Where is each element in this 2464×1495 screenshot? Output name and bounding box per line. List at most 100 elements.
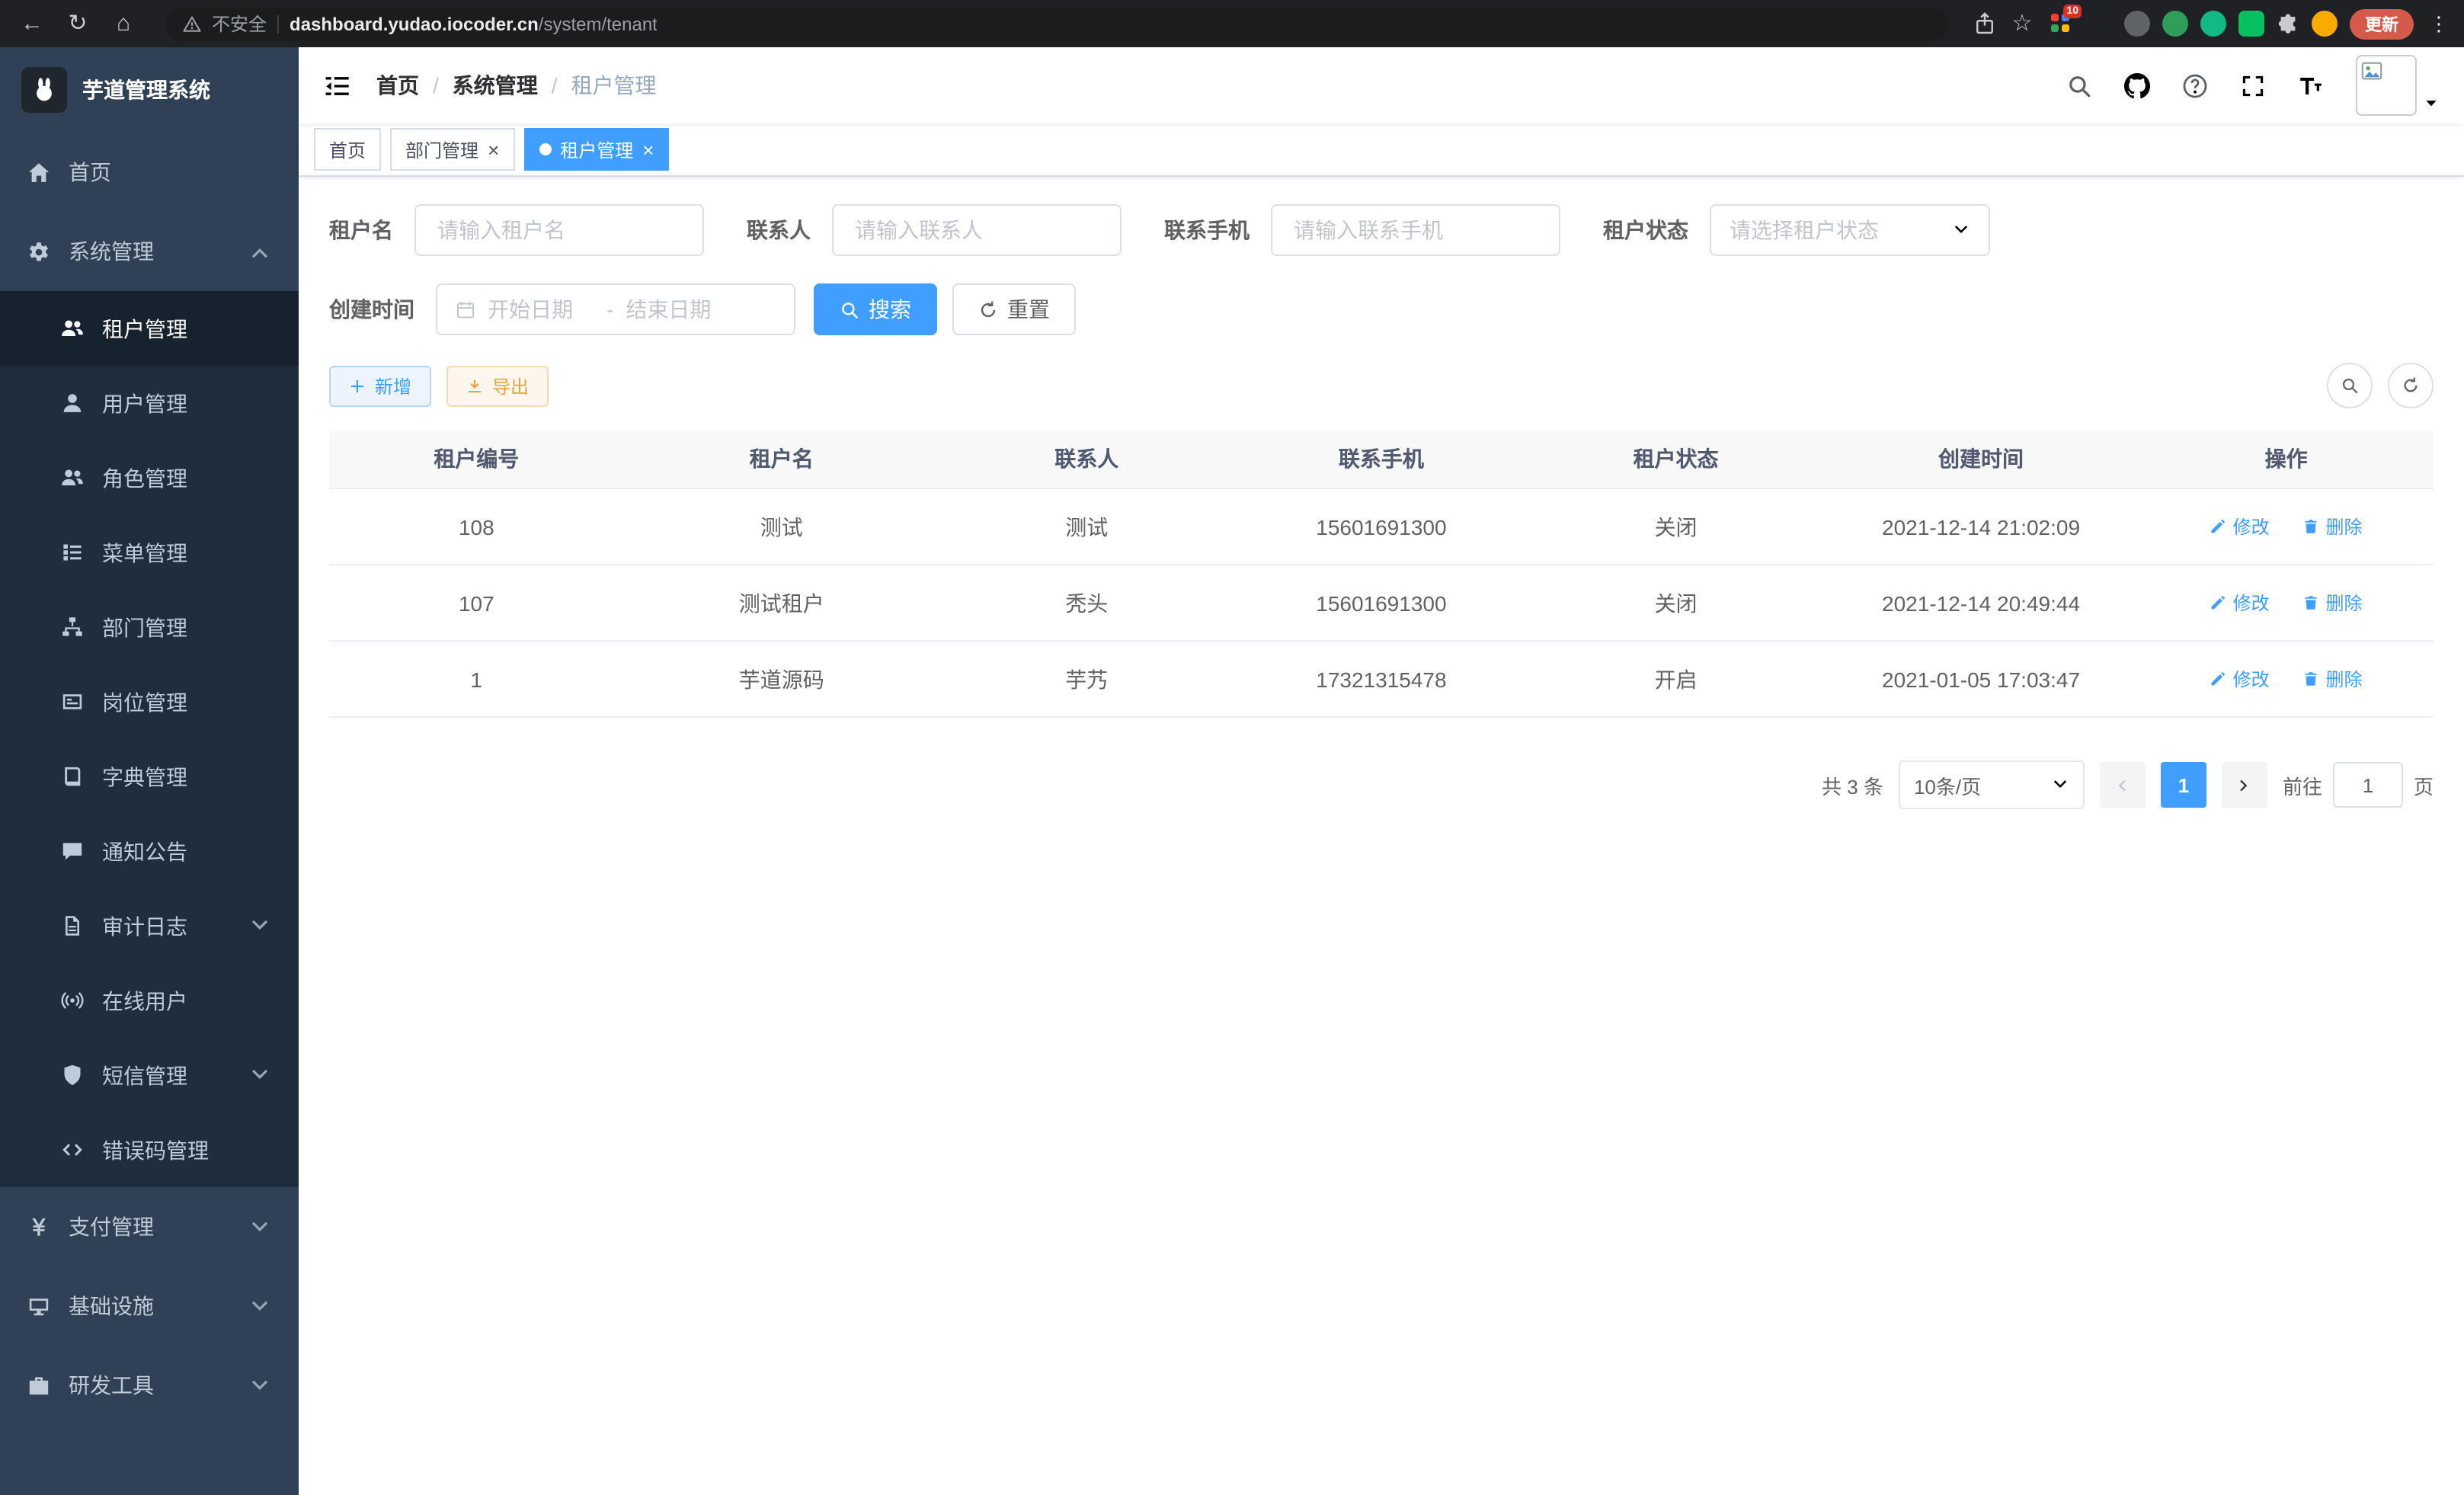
refresh-table-button[interactable]: [2388, 363, 2434, 408]
user-menu[interactable]: [2356, 55, 2440, 116]
sidebar-item-label: 菜单管理: [102, 537, 187, 568]
tag-tenant-active[interactable]: 租户管理 ×: [523, 128, 669, 171]
contact-field[interactable]: [832, 204, 1122, 256]
sidebar-item-online-user[interactable]: 在线用户: [0, 963, 299, 1038]
tag-close-icon[interactable]: ×: [642, 139, 654, 159]
sidebar-item-tenant[interactable]: 租户管理: [0, 291, 299, 366]
delete-link[interactable]: 删除: [2302, 666, 2362, 692]
next-page-button[interactable]: [2222, 762, 2267, 808]
sidebar-item-infra[interactable]: 基础设施: [0, 1266, 299, 1346]
address-bar[interactable]: 不安全 dashboard.yudao.iocoder.cn/system/te…: [165, 7, 1949, 40]
status-select[interactable]: 请选择租户状态: [1710, 204, 1990, 256]
tag-close-icon[interactable]: ×: [488, 139, 499, 159]
home-icon: [27, 161, 50, 184]
sidebar-item-pay[interactable]: 支付管理: [0, 1187, 299, 1266]
sidebar-item-menu[interactable]: 菜单管理: [0, 515, 299, 590]
search-button[interactable]: 搜索: [814, 283, 937, 335]
browser-back-icon[interactable]: ←: [15, 0, 49, 47]
export-button[interactable]: 导出: [446, 365, 549, 406]
search-icon[interactable]: [2066, 72, 2092, 98]
search-icon: [840, 299, 859, 319]
sidebar-item-system[interactable]: 系统管理: [0, 212, 299, 291]
phone-input[interactable]: [1291, 216, 1541, 244]
sidebar-item-home[interactable]: 首页: [0, 133, 299, 212]
delete-link[interactable]: 删除: [2302, 590, 2362, 616]
cell-tenant-id: 108: [329, 488, 624, 565]
extension-dotgrid-icon[interactable]: 10: [2048, 11, 2074, 37]
edit-label: 修改: [2233, 666, 2270, 692]
sidebar-item-label: 首页: [69, 157, 111, 187]
sidebar-item-label: 审计日志: [102, 911, 187, 941]
reset-button[interactable]: 重置: [952, 283, 1076, 335]
bookmark-star-icon[interactable]: ☆: [2008, 0, 2036, 47]
list-icon: [61, 541, 84, 564]
tenant-name-field[interactable]: [414, 204, 704, 256]
delete-link[interactable]: 删除: [2302, 514, 2362, 539]
sidebar-item-notice[interactable]: 通知公告: [0, 814, 299, 888]
sidebar-item-audit-log[interactable]: 审计日志: [0, 888, 299, 963]
column-header: 创建时间: [1823, 430, 2139, 488]
date-end-input[interactable]: [622, 296, 735, 323]
sidebar-item-label: 短信管理: [102, 1060, 187, 1090]
sidebar-item-role[interactable]: 角色管理: [0, 440, 299, 515]
breadcrumb-home[interactable]: 首页: [376, 70, 419, 101]
font-size-icon[interactable]: [2298, 72, 2324, 98]
extension-dark-icon[interactable]: [2124, 11, 2150, 37]
gear-icon: [27, 240, 50, 263]
profile-avatar[interactable]: [2312, 11, 2338, 37]
browser-reload-icon[interactable]: ↻: [61, 0, 94, 47]
extension-blue-icon[interactable]: [2086, 11, 2112, 37]
extension-chat-icon[interactable]: [2238, 11, 2264, 37]
browser-menu-icon[interactable]: ⋮: [2429, 11, 2449, 36]
delete-label: 删除: [2325, 514, 2362, 539]
page-size-select[interactable]: 10条/页: [1899, 760, 2085, 809]
extension-green-icon[interactable]: [2162, 11, 2188, 37]
shield-icon: [61, 1064, 84, 1087]
tag-dept[interactable]: 部门管理 ×: [390, 128, 514, 171]
date-start-input[interactable]: [485, 296, 597, 323]
sidebar-item-user[interactable]: 用户管理: [0, 366, 299, 440]
briefcase-icon: [27, 1374, 50, 1397]
tenant-name-input[interactable]: [434, 216, 684, 244]
contact-input[interactable]: [852, 216, 1102, 244]
share-icon[interactable]: [1973, 12, 1996, 35]
help-icon[interactable]: [2182, 72, 2208, 98]
browser-home-icon[interactable]: ⌂: [107, 0, 140, 47]
fullscreen-icon[interactable]: [2240, 72, 2266, 98]
column-header: 操作: [2139, 430, 2434, 488]
column-header: 租户编号: [329, 430, 624, 488]
yen-icon: [27, 1215, 50, 1238]
goto-page-input[interactable]: [2333, 762, 2403, 808]
sidebar-item-dict[interactable]: 字典管理: [0, 739, 299, 814]
sidebar-item-dept[interactable]: 部门管理: [0, 590, 299, 664]
sidebar-item-sms[interactable]: 短信管理: [0, 1038, 299, 1112]
browser-update-button[interactable]: 更新: [2350, 8, 2414, 39]
sidebar-collapse-icon[interactable]: [323, 71, 352, 100]
broken-image-icon: [2360, 59, 2383, 82]
total-count: 共 3 条: [1822, 770, 1883, 799]
sidebar-item-error-code[interactable]: 错误码管理: [0, 1112, 299, 1187]
sidebar-menu: 首页 系统管理 租户管理 用户管理 角色管理: [0, 133, 299, 1425]
caret-down-icon: [2423, 94, 2440, 111]
extensions-puzzle-icon[interactable]: [2277, 12, 2299, 35]
phone-field[interactable]: [1271, 204, 1560, 256]
prev-page-button[interactable]: [2100, 762, 2146, 808]
tag-home[interactable]: 首页: [314, 128, 381, 171]
warning-icon: [183, 14, 201, 33]
status-placeholder: 请选择租户状态: [1730, 215, 1879, 245]
breadcrumb: 首页 / 系统管理 / 租户管理: [376, 70, 657, 101]
monitor-icon: [27, 1295, 50, 1317]
add-button[interactable]: 新增: [329, 365, 431, 406]
edit-link[interactable]: 修改: [2210, 514, 2270, 539]
edit-link[interactable]: 修改: [2210, 666, 2270, 692]
page-number-button[interactable]: 1: [2161, 762, 2206, 808]
github-icon[interactable]: [2124, 72, 2150, 98]
column-header: 租户状态: [1528, 430, 1823, 488]
sidebar-item-post[interactable]: 岗位管理: [0, 664, 299, 739]
breadcrumb-system[interactable]: 系统管理: [453, 70, 538, 101]
sidebar-item-dev-tools[interactable]: 研发工具: [0, 1346, 299, 1425]
edit-link[interactable]: 修改: [2210, 590, 2270, 616]
toggle-search-button[interactable]: [2327, 363, 2373, 408]
date-range-picker[interactable]: -: [436, 283, 795, 335]
extension-teal-icon[interactable]: [2200, 11, 2226, 37]
